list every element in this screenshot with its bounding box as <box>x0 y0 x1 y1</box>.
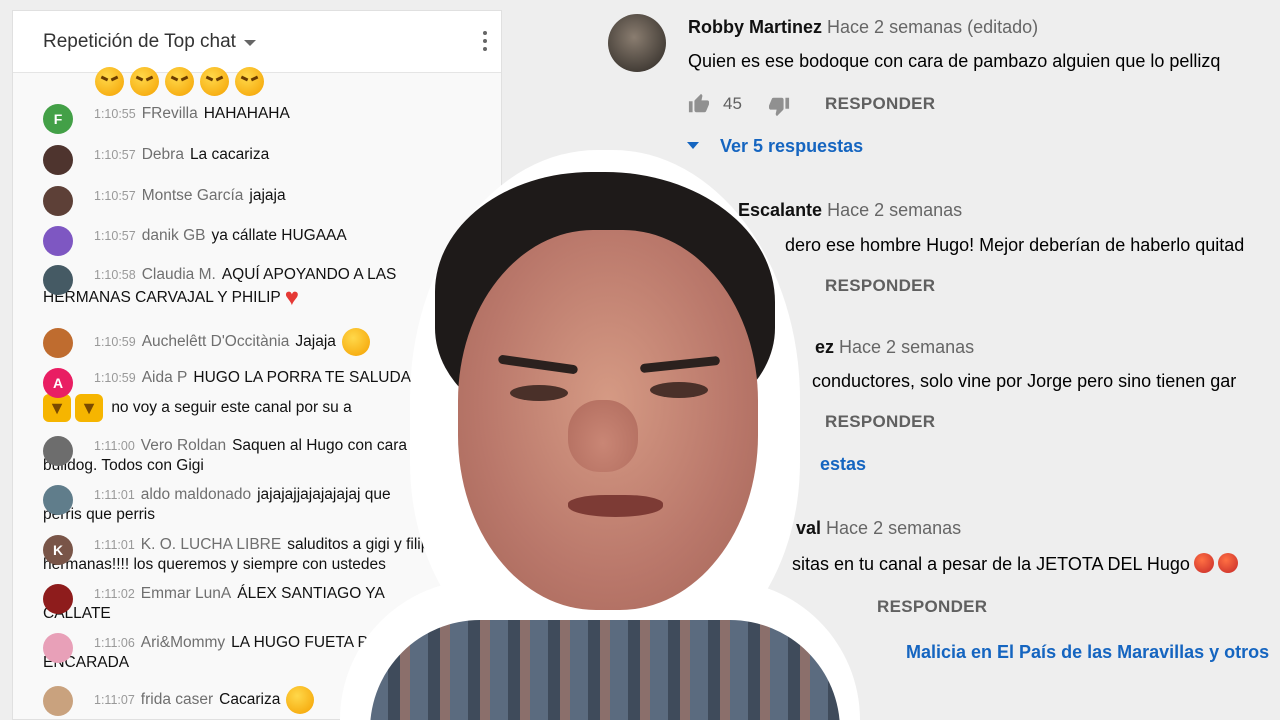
avatar[interactable] <box>43 328 73 358</box>
laughing-emoji-icon <box>286 686 315 714</box>
message-time: 1:11:01 <box>94 488 135 502</box>
avatar[interactable] <box>43 686 73 716</box>
message-author[interactable]: Ari&Mommy <box>141 634 225 651</box>
message-time: 1:10:57 <box>94 229 136 243</box>
avatar[interactable] <box>43 485 73 515</box>
angry-emoji-icon <box>165 67 194 96</box>
avatar[interactable]: F <box>43 104 73 134</box>
chat-mode-dropdown[interactable]: Repetición de Top chat <box>43 31 236 53</box>
avatar[interactable] <box>43 265 73 295</box>
emoji-row <box>95 67 264 96</box>
message-time: 1:11:07 <box>94 693 135 708</box>
avatar[interactable] <box>43 145 73 175</box>
nose <box>568 400 638 472</box>
message-author[interactable]: frida caser <box>141 691 213 708</box>
message-text-continued: hermanas!!!! los queremos y siempre con … <box>43 556 386 573</box>
commenter-avatar[interactable] <box>608 14 666 72</box>
channel-link[interactable]: Malicia en El País de las Maravillas y o… <box>906 642 1269 663</box>
heart-icon: ♥ <box>284 284 300 311</box>
angry-emoji-icon <box>1193 553 1214 573</box>
avatar[interactable] <box>43 186 73 216</box>
like-count: 45 <box>723 94 742 113</box>
message-author[interactable]: Montse García <box>142 187 244 204</box>
person-cutout-image <box>340 150 860 720</box>
comment-header: Robby Martinez Hace 2 semanas (editado) <box>688 17 1038 38</box>
avatar[interactable] <box>43 226 73 256</box>
comment-text: Quien es ese bodoque con cara de pambazo… <box>688 51 1221 71</box>
angry-emoji-icon <box>235 67 264 96</box>
message-text: La cacariza <box>189 146 270 163</box>
message-author[interactable]: FRevilla <box>142 105 198 122</box>
message-text: jajaja <box>249 187 286 204</box>
message-author[interactable]: K. O. LUCHA LIBRE <box>141 536 281 553</box>
avatar[interactable]: A <box>43 368 73 398</box>
angry-emoji-icon <box>95 67 124 96</box>
thumbs-down-icon[interactable] <box>768 95 790 117</box>
message-time: 1:10:57 <box>94 189 136 203</box>
angry-emoji-icon <box>200 67 229 96</box>
avatar[interactable] <box>43 584 73 614</box>
more-options-icon[interactable] <box>483 31 487 51</box>
thumbs-down-emoji-icon: ▼ <box>43 394 71 422</box>
thumbs-up-icon[interactable] <box>688 93 710 115</box>
angry-emoji-icon <box>130 67 159 96</box>
plaid-shirt <box>370 620 840 720</box>
message-author[interactable]: Debra <box>142 146 184 163</box>
message-author[interactable]: Emmar LunA <box>141 585 231 602</box>
comment-date[interactable]: Hace 2 semanas (editado) <box>827 17 1038 37</box>
message-time: 1:11:00 <box>94 439 135 453</box>
message-time: 1:10:59 <box>94 371 136 385</box>
message-author[interactable]: Aida P <box>142 369 188 386</box>
left-eye <box>510 385 568 401</box>
message-author[interactable]: Vero Roldan <box>141 437 226 454</box>
chevron-down-icon[interactable] <box>687 142 699 149</box>
reply-button[interactable]: RESPONDER <box>877 597 987 617</box>
message-text: HAHAHAHA <box>203 105 290 122</box>
message-time: 1:11:06 <box>94 636 135 650</box>
message-author[interactable]: danik GB <box>142 227 206 244</box>
angry-emoji-icon <box>1217 553 1238 573</box>
avatar[interactable] <box>43 633 73 663</box>
caret-down-icon[interactable] <box>243 39 256 46</box>
message-time: 1:10:55 <box>94 107 136 121</box>
message-author[interactable]: aldo maldonado <box>141 486 251 503</box>
message-text: ya cállate HUGAAA <box>211 227 347 244</box>
message-time: 1:10:59 <box>94 335 136 350</box>
avatar[interactable] <box>43 436 73 466</box>
comment-text: conductores, solo vine por Jorge pero si… <box>812 371 1237 391</box>
message-time: 1:10:58 <box>94 268 136 282</box>
chat-header: Repetición de Top chat <box>13 11 501 73</box>
avatar[interactable]: K <box>43 535 73 565</box>
chat-message: F 1:10:55 FRevilla HAHAHAHA <box>43 104 483 134</box>
message-time: 1:11:02 <box>94 587 135 601</box>
message-time: 1:11:01 <box>94 538 135 552</box>
message-text: Jajaja <box>295 333 336 351</box>
thumbs-down-emoji-icon: ▼ <box>75 394 103 422</box>
message-text: Cacariza <box>219 691 281 709</box>
message-time: 1:10:57 <box>94 148 136 162</box>
reply-button[interactable]: RESPONDER <box>825 94 935 114</box>
message-text-continued: no voy a seguir este canal por su a <box>111 399 352 417</box>
message-text-continued: HERMANAS CARVAJAL Y PHILIP <box>43 289 281 306</box>
message-author[interactable]: Auchelêtt D'Occitània <box>142 333 290 350</box>
message-author[interactable]: Claudia M. <box>142 266 216 283</box>
mouth <box>568 495 663 517</box>
comment-author[interactable]: Robby Martinez <box>688 17 822 37</box>
right-eye <box>650 382 708 398</box>
